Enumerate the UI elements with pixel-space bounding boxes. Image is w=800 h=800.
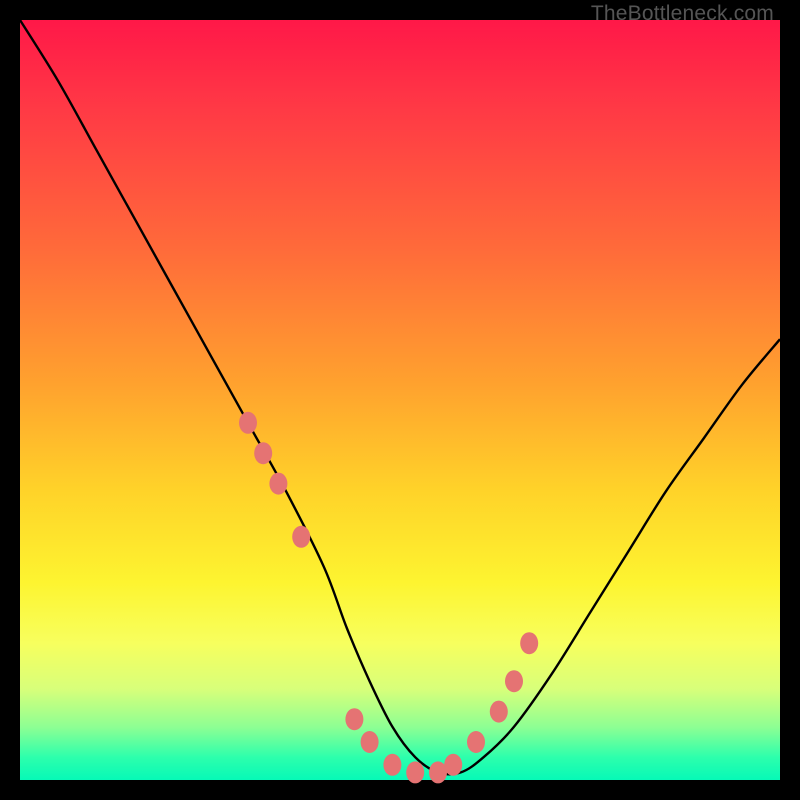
marker-point bbox=[444, 754, 462, 776]
marker-point bbox=[345, 708, 363, 730]
highlight-markers bbox=[239, 412, 538, 784]
marker-point bbox=[505, 670, 523, 692]
marker-point bbox=[383, 754, 401, 776]
chart-container: TheBottleneck.com bbox=[0, 0, 800, 800]
curve-svg bbox=[20, 20, 780, 780]
marker-point bbox=[520, 632, 538, 654]
marker-point bbox=[467, 731, 485, 753]
marker-point bbox=[269, 473, 287, 495]
marker-point bbox=[239, 412, 257, 434]
marker-point bbox=[490, 701, 508, 723]
plot-area bbox=[20, 20, 780, 780]
marker-point bbox=[406, 761, 424, 783]
bottleneck-curve bbox=[20, 20, 780, 774]
marker-point bbox=[292, 526, 310, 548]
marker-point bbox=[361, 731, 379, 753]
marker-point bbox=[254, 442, 272, 464]
